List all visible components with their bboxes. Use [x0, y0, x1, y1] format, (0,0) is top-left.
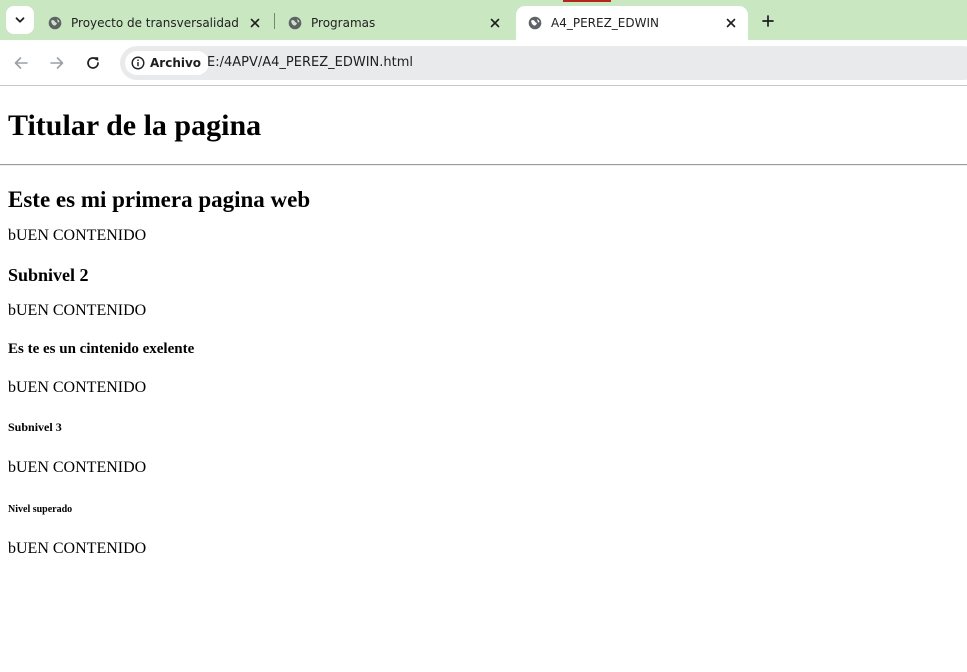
tab-title: Proyecto de transversalidad: [71, 16, 239, 30]
tab-programas[interactable]: Programas: [276, 6, 512, 40]
url-text[interactable]: E:/4APV/A4_PEREZ_EDWIN.html: [207, 55, 413, 70]
tab-search-button[interactable]: [6, 6, 34, 34]
browser-toolbar: Archivo E:/4APV/A4_PEREZ_EDWIN.html: [0, 40, 967, 86]
chevron-down-icon: [15, 17, 25, 23]
close-icon[interactable]: [722, 14, 740, 32]
tab-active[interactable]: A4_PEREZ_EDWIN: [516, 6, 748, 40]
arrow-left-icon: [14, 57, 28, 69]
new-tab-button[interactable]: [756, 9, 780, 33]
info-icon: [131, 56, 145, 70]
tab-indicator: [563, 0, 611, 2]
paragraph: bUEN CONTENIDO: [8, 379, 147, 396]
globe-icon: [48, 16, 62, 30]
heading-6: Nivel superado: [8, 504, 73, 515]
heading-5: Subnivel 3: [8, 420, 62, 434]
globe-icon: [288, 16, 302, 30]
paragraph: bUEN CONTENIDO: [8, 227, 147, 244]
heading-3: Subnivel 2: [8, 265, 89, 285]
heading-2: Este es mi primera pagina web: [8, 187, 311, 212]
tab-separator: [274, 13, 275, 29]
arrow-right-icon: [50, 57, 64, 69]
site-info-chip[interactable]: Archivo: [125, 51, 210, 75]
paragraph: bUEN CONTENIDO: [8, 540, 147, 557]
tab-title: A4_PEREZ_EDWIN: [551, 16, 660, 30]
tab-title: Programas: [311, 16, 376, 30]
reload-button[interactable]: [80, 50, 106, 76]
back-button[interactable]: [8, 50, 34, 76]
tab-strip: Proyecto de transversalidad Programas A4…: [0, 0, 967, 40]
close-icon[interactable]: [246, 14, 264, 32]
site-chip-label: Archivo: [150, 56, 202, 70]
tab-proyecto[interactable]: Proyecto de transversalidad: [36, 6, 272, 40]
paragraph: bUEN CONTENIDO: [8, 459, 147, 476]
globe-icon: [528, 16, 542, 30]
plus-icon: [762, 15, 774, 27]
page-title: Titular de la pagina: [8, 109, 262, 142]
paragraph: bUEN CONTENIDO: [8, 302, 147, 319]
reload-icon: [87, 57, 99, 69]
forward-button[interactable]: [44, 50, 70, 76]
page-content: Titular de la pagina Este es mi primera …: [0, 109, 967, 558]
address-bar[interactable]: Archivo E:/4APV/A4_PEREZ_EDWIN.html: [120, 46, 967, 80]
divider: [0, 164, 967, 166]
heading-4: Es te es un cintenido exelente: [8, 341, 195, 357]
close-icon[interactable]: [486, 14, 504, 32]
